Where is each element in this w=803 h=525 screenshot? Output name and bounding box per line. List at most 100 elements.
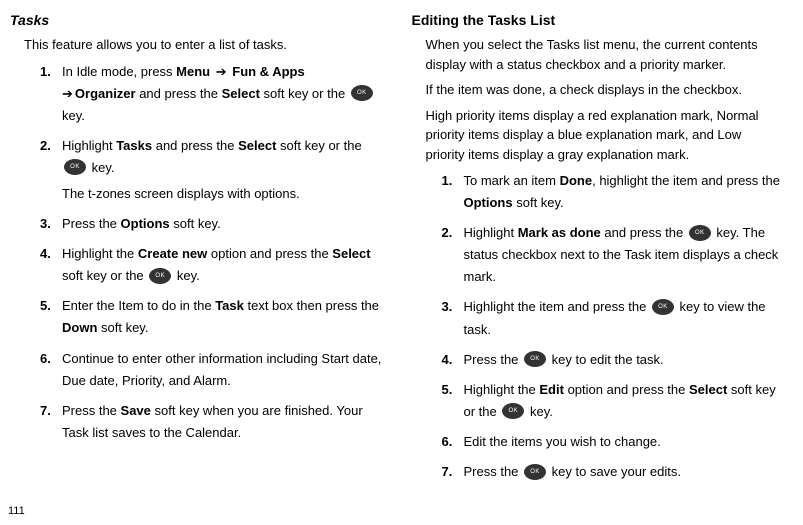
paragraph: If the item was done, a check displays i… [426,80,784,100]
step-text: Press the [464,352,523,367]
paragraph: High priority items display a red explan… [426,106,784,165]
bold: Options [464,195,513,210]
step-text: text box then press the [244,298,379,313]
step-number: 1. [40,61,51,83]
step-text: Edit the items you wish to change. [464,434,661,449]
step-text: and press the [136,86,222,101]
step-text: and press the [152,138,238,153]
step-text: soft key or the [276,138,361,153]
step-number: 2. [40,135,51,157]
step-number: 5. [40,295,51,317]
ok-key-icon: OK [64,159,86,175]
step-text: option and press the [564,382,689,397]
ok-key-icon: OK [652,299,674,315]
list-item: 5. Enter the Item to do in the Task text… [40,295,382,339]
left-column: Tasks This feature allows you to enter a… [10,10,382,491]
step-number: 6. [40,348,51,370]
step-text: soft key or the [260,86,349,101]
step-number: 6. [442,431,453,453]
list-item: 7. Press the Save soft key when you are … [40,400,382,444]
bold: Fun & Apps [232,64,304,79]
list-item: 5. Highlight the Edit option and press t… [442,379,784,423]
right-steps-list: 1. To mark an item Done, highlight the i… [442,170,784,483]
paragraph: When you select the Tasks list menu, the… [426,35,784,74]
ok-key-icon: OK [351,85,373,101]
ok-key-icon: OK [524,464,546,480]
bold: Task [215,298,244,313]
arrow-icon: ➔ [212,64,230,79]
step-text: Continue to enter other information incl… [62,351,381,388]
bold: Tasks [116,138,152,153]
list-item: 6. Edit the items you wish to change. [442,431,784,453]
list-item: 7. Press the OK key to save your edits. [442,461,784,483]
list-item: 2. Highlight Mark as done and press the … [442,222,784,288]
step-number: 4. [442,349,453,371]
bold: Down [62,320,97,335]
bold: Save [121,403,151,418]
bold: Mark as done [518,225,601,240]
sub-text: The t-zones screen displays with options… [62,183,382,205]
step-number: 7. [40,400,51,422]
bold: Select [689,382,727,397]
step-text: Press the [62,403,121,418]
step-text: key. [62,108,85,123]
intro-text: This feature allows you to enter a list … [24,35,382,55]
step-text: Press the [62,216,121,231]
bold: Select [222,86,260,101]
bold: Organizer [75,86,136,101]
step-text: option and press the [207,246,332,261]
list-item: 6. Continue to enter other information i… [40,348,382,392]
step-text: Highlight the item and press the [464,299,650,314]
step-text: key. [173,268,200,283]
step-text: key. [526,404,553,419]
step-text: key to save your edits. [548,464,681,479]
section-title-tasks: Tasks [10,10,382,31]
bold: Menu [176,64,210,79]
ok-key-icon: OK [689,225,711,241]
step-number: 2. [442,222,453,244]
step-number: 1. [442,170,453,192]
ok-key-icon: OK [524,351,546,367]
bold: Edit [539,382,564,397]
list-item: 4. Press the OK key to edit the task. [442,349,784,371]
list-item: 1. In Idle mode, press Menu ➔ Fun & Apps… [40,61,382,127]
two-column-layout: Tasks This feature allows you to enter a… [10,10,783,491]
ok-key-icon: OK [502,403,524,419]
list-item: 3. Highlight the item and press the OK k… [442,296,784,340]
step-text: To mark an item [464,173,560,188]
step-number: 5. [442,379,453,401]
step-text: soft key or the [62,268,147,283]
bold: Done [560,173,593,188]
step-text: Highlight [62,138,116,153]
step-text: , highlight the item and press the [592,173,780,188]
bold: Create new [138,246,207,261]
left-steps-list: 1. In Idle mode, press Menu ➔ Fun & Apps… [40,61,382,444]
step-text: Press the [464,464,523,479]
step-text: soft key. [513,195,564,210]
step-number: 4. [40,243,51,265]
step-text: Enter the Item to do in the [62,298,215,313]
right-column: Editing the Tasks List When you select t… [412,10,784,491]
step-text: soft key. [97,320,148,335]
list-item: 3. Press the Options soft key. [40,213,382,235]
bold: Select [238,138,276,153]
list-item: 2. Highlight Tasks and press the Select … [40,135,382,205]
step-text: Highlight the [62,246,138,261]
bold: Select [332,246,370,261]
step-text: and press the [601,225,687,240]
step-text: key. [88,160,115,175]
step-text: Highlight [464,225,518,240]
step-number: 3. [40,213,51,235]
page-number: 111 [8,503,25,520]
step-text: soft key. [170,216,221,231]
arrow-icon: ➔ [62,86,73,101]
step-number: 7. [442,461,453,483]
step-text: Highlight the [464,382,540,397]
step-text: In Idle mode, press [62,64,176,79]
ok-key-icon: OK [149,268,171,284]
list-item: 1. To mark an item Done, highlight the i… [442,170,784,214]
section-title-editing: Editing the Tasks List [412,10,784,31]
bold: Options [121,216,170,231]
step-text: key to edit the task. [548,352,664,367]
list-item: 4. Highlight the Create new option and p… [40,243,382,287]
